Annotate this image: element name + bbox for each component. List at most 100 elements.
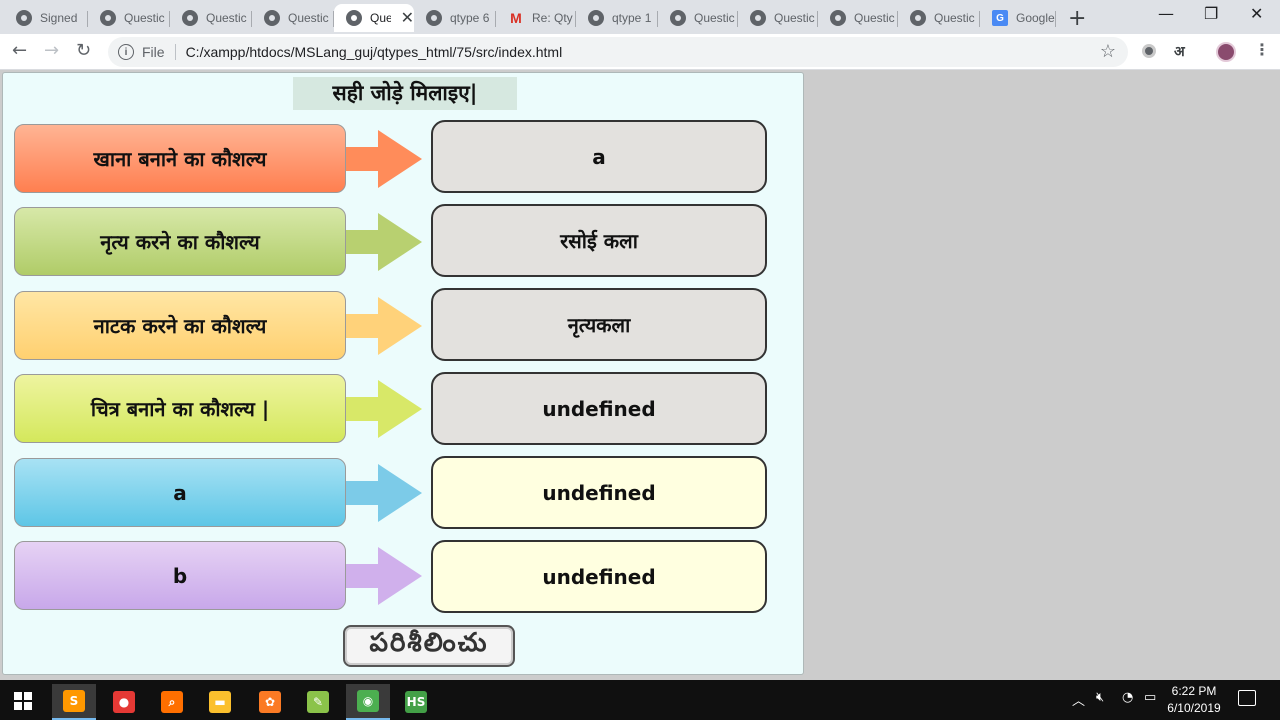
url-text[interactable]: C:/xampp/htdocs/MSLang_guj/qtypes_html/7… xyxy=(186,44,563,60)
left-item-6[interactable]: b xyxy=(14,541,346,610)
browser-tab[interactable]: Questic xyxy=(658,4,738,32)
taskbar-app[interactable]: ● xyxy=(102,684,146,720)
tab-title: Questic xyxy=(124,11,165,25)
tab-title: Questic xyxy=(694,11,735,25)
address-bar[interactable]: i File C:/xampp/htdocs/MSLang_guj/qtypes… xyxy=(108,37,1128,67)
taskbar-app[interactable]: ⌕ xyxy=(150,684,194,720)
tab-title: Google xyxy=(1016,11,1055,25)
profile-avatar[interactable] xyxy=(1216,42,1236,62)
left-item-2[interactable]: नृत्य करने का कौशल्य xyxy=(14,207,346,276)
globe-icon xyxy=(670,10,686,26)
tab-title: Questic xyxy=(774,11,815,25)
quiz-panel: सही जोड़े मिलाइए| खाना बनाने का कौशल्य a न… xyxy=(2,72,804,675)
left-item-4[interactable]: चित्र बनाने का कौशल्य | xyxy=(14,374,346,443)
extension-icon[interactable] xyxy=(1142,44,1156,58)
browser-tab[interactable]: Questic xyxy=(738,4,818,32)
browser-tab[interactable]: M Re: Qty xyxy=(496,4,576,32)
file-explorer-icon: ▬ xyxy=(209,691,231,713)
right-drop-box-1[interactable]: a xyxy=(431,120,767,193)
hs-app-icon: HS xyxy=(405,691,427,713)
new-tab-button[interactable]: + xyxy=(1068,6,1086,31)
arrow-right-icon xyxy=(346,380,422,438)
browser-tab-strip: Signed Questic Questic Questic Que ✕ qtype 6 MR… xyxy=(0,0,1280,34)
restore-button[interactable]: ❐ xyxy=(1204,4,1218,23)
browser-menu-icon[interactable]: ⋮ xyxy=(1254,40,1270,59)
browser-toolbar: ← → ↻ i File C:/xampp/htdocs/MSLang_guj/… xyxy=(0,34,1280,70)
close-window-button[interactable]: ✕ xyxy=(1250,4,1263,23)
globe-icon xyxy=(910,10,926,26)
browser-tab[interactable]: Questic xyxy=(88,4,170,32)
windows-taskbar: S ● ⌕ ▬ ✿ ✎ ◉ HS ︿ 🔇︎ ◔ ▭ 6:22 PM 6/10/2019 xyxy=(0,680,1280,720)
globe-icon xyxy=(750,10,766,26)
browser-tab[interactable]: Que ✕ xyxy=(334,4,414,32)
globe-icon xyxy=(16,10,32,26)
taskbar-app[interactable]: S xyxy=(52,684,96,720)
browser-tab[interactable]: Questic xyxy=(252,4,334,32)
right-drop-box-2[interactable]: रसोई कला xyxy=(431,204,767,277)
left-item-1[interactable]: खाना बनाने का कौशल्य xyxy=(14,124,346,193)
gmail-icon: M xyxy=(510,10,522,26)
taskbar-app[interactable]: HS xyxy=(394,684,438,720)
back-button[interactable]: ← xyxy=(12,40,27,61)
right-drop-box-5[interactable]: undefined xyxy=(431,456,767,529)
taskbar-app[interactable]: ✎ xyxy=(296,684,340,720)
left-item-5[interactable]: a xyxy=(14,458,346,527)
fruit-app-icon: ● xyxy=(113,691,135,713)
tab-title: qtype 1 xyxy=(612,11,652,25)
tab-title: Re: Qty xyxy=(532,11,573,25)
volume-muted-icon[interactable]: 🔇︎ xyxy=(1096,690,1104,705)
check-button[interactable]: పరిశీలించు xyxy=(343,625,515,667)
notepad-icon: ✎ xyxy=(307,691,329,713)
browser-tab[interactable]: qtype 6 xyxy=(414,4,496,32)
browser-tab[interactable]: Signed xyxy=(4,4,88,32)
clock-time: 6:22 PM xyxy=(1171,684,1217,698)
arrow-right-icon xyxy=(346,547,422,605)
chrome-icon: ◉ xyxy=(357,690,379,712)
taskbar-app[interactable]: ◉ xyxy=(346,684,390,720)
browser-tab[interactable]: Questic xyxy=(170,4,252,32)
right-drop-box-4[interactable]: undefined xyxy=(431,372,767,445)
clock-date: 6/10/2019 xyxy=(1167,701,1221,715)
forward-button[interactable]: → xyxy=(44,40,59,61)
info-icon[interactable]: i xyxy=(118,44,134,60)
minimize-button[interactable]: — xyxy=(1158,4,1174,23)
tab-title: Questic xyxy=(854,11,895,25)
tab-title: Questic xyxy=(934,11,975,25)
tab-title: Signed xyxy=(40,11,78,25)
globe-icon xyxy=(182,10,198,26)
browser-tab[interactable]: Questic xyxy=(898,4,980,32)
browser-tab[interactable]: qtype 1 xyxy=(576,4,658,32)
page-viewport: सही जोड़े मिलाइए| खाना बनाने का कौशल्य a न… xyxy=(0,70,1280,680)
tab-title: qtype 6 xyxy=(450,11,490,25)
reload-button[interactable]: ↻ xyxy=(76,40,91,61)
start-windows-icon[interactable] xyxy=(14,692,32,710)
language-extension-icon[interactable]: अ xyxy=(1174,42,1185,61)
arrow-right-icon xyxy=(346,213,422,271)
bookmark-star-icon[interactable]: ☆ xyxy=(1100,41,1116,62)
battery-icon[interactable]: ▭ xyxy=(1144,690,1156,705)
tab-title: Que xyxy=(370,11,391,25)
browser-tab[interactable]: G Google xyxy=(980,4,1056,32)
scheme-label: File xyxy=(142,44,176,60)
right-drop-box-6[interactable]: undefined xyxy=(431,540,767,613)
arrow-right-icon xyxy=(346,130,422,188)
browser-tab[interactable]: Questic xyxy=(818,4,898,32)
notification-icon[interactable] xyxy=(1238,690,1256,706)
taskbar-clock[interactable]: 6:22 PM 6/10/2019 xyxy=(1164,683,1224,717)
arrow-right-icon xyxy=(346,464,422,522)
taskbar-app[interactable]: ▬ xyxy=(198,684,242,720)
left-item-3[interactable]: नाटक करने का कौशल्य xyxy=(14,291,346,360)
sublime-text-icon: S xyxy=(63,690,85,712)
globe-icon xyxy=(588,10,604,26)
google-translate-icon: G xyxy=(992,10,1008,26)
tab-title: Questic xyxy=(206,11,247,25)
taskbar-app[interactable]: ✿ xyxy=(248,684,292,720)
wifi-icon[interactable]: ◔ xyxy=(1122,690,1133,705)
right-drop-box-3[interactable]: नृत्यकला xyxy=(431,288,767,361)
xampp-icon: ✿ xyxy=(259,691,281,713)
tray-chevron-icon[interactable]: ︿ xyxy=(1072,690,1085,709)
globe-icon xyxy=(830,10,846,26)
globe-icon xyxy=(426,10,442,26)
tab-close-icon[interactable]: ✕ xyxy=(401,8,414,28)
globe-icon xyxy=(346,10,362,26)
